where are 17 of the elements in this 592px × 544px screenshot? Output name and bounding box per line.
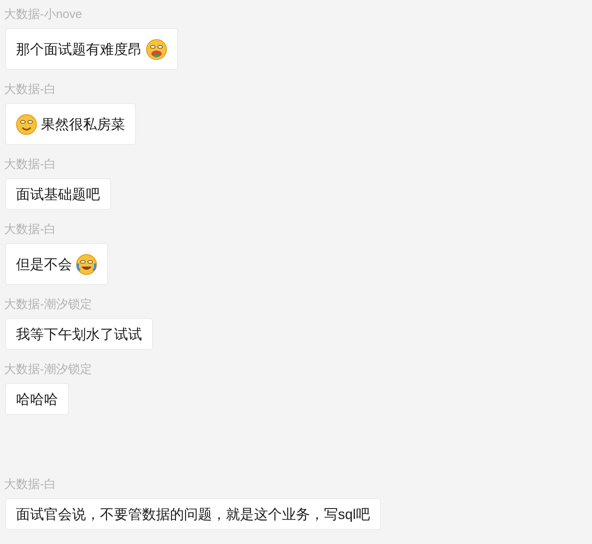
sender-name: 大数据-潮汐锁定 xyxy=(4,296,92,313)
emoji-icon xyxy=(76,254,97,274)
sender-name: 大数据-白 xyxy=(4,476,56,493)
message-text: 我等下午划水了试试 xyxy=(16,324,142,344)
message-text: 那个面试题有难度昂 xyxy=(16,40,142,58)
message-text: 面试官会说，不要管数据的问题，就是这个业务，写sql吧 xyxy=(16,504,370,524)
sender-name: 大数据-白 xyxy=(4,221,56,238)
message-text: 但是不会 xyxy=(16,254,72,274)
sender-name: 大数据-白 xyxy=(4,156,56,173)
sender-name: 大数据-白 xyxy=(4,81,56,98)
sender-name: 大数据-潮汐锁定 xyxy=(4,361,92,378)
emoji-icon xyxy=(146,38,167,60)
message-text: 果然很私房菜 xyxy=(41,114,125,134)
message-text: 哈哈哈 xyxy=(16,390,58,408)
emoji-icon xyxy=(16,114,37,134)
message-text: 面试基础题吧 xyxy=(16,184,100,204)
sender-name: 大数据-小nove xyxy=(4,6,82,23)
